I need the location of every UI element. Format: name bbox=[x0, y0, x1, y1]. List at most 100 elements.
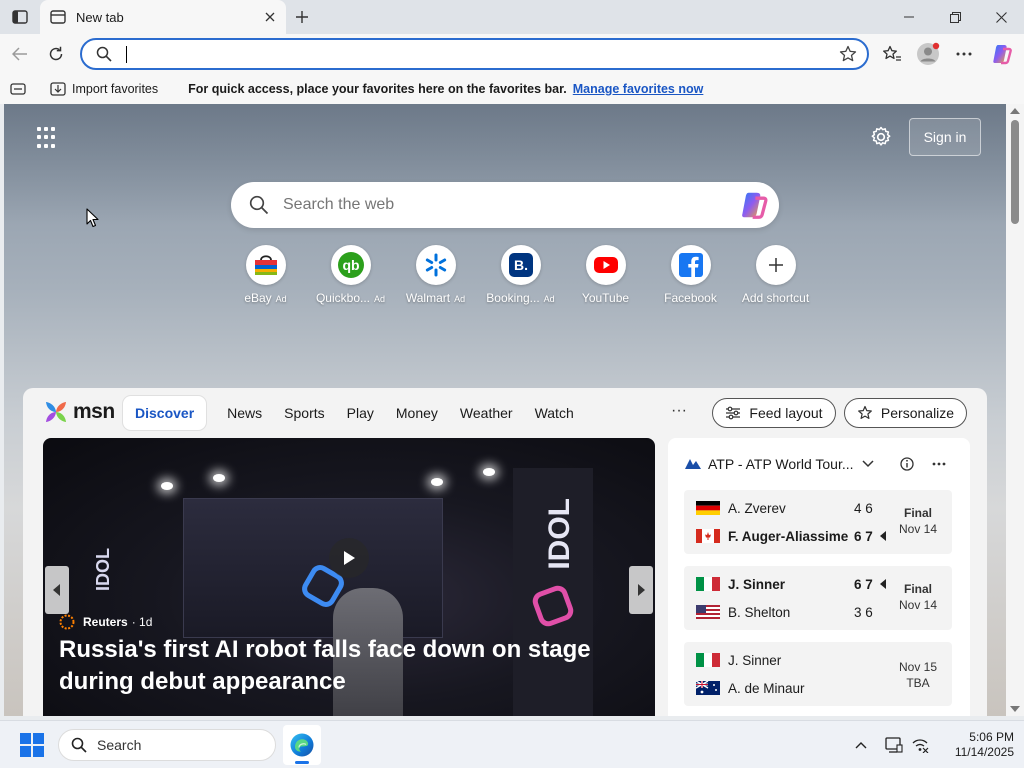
address-bar[interactable] bbox=[80, 38, 869, 70]
scores-header[interactable]: ATP - ATP World Tour... bbox=[684, 454, 954, 474]
profile-button[interactable] bbox=[914, 40, 942, 68]
web-search-input[interactable] bbox=[283, 196, 739, 214]
carousel-prev-button[interactable] bbox=[45, 566, 69, 614]
taskbar-search-label: Search bbox=[97, 737, 142, 753]
walmart-icon bbox=[415, 245, 456, 285]
maximize-button[interactable] bbox=[932, 0, 978, 34]
feed-tabs: Discover News Sports Play Money Weather … bbox=[123, 396, 585, 430]
shortcut-label: Walmart bbox=[405, 291, 451, 305]
svg-text:B.: B. bbox=[514, 257, 528, 273]
story-headline[interactable]: Russia's first AI robot falls face down … bbox=[59, 634, 649, 698]
show-hidden-icons-icon[interactable] bbox=[851, 735, 871, 755]
refresh-button[interactable] bbox=[42, 40, 70, 68]
scroll-down-icon[interactable] bbox=[1010, 706, 1020, 712]
hero-brand-text: IDOL bbox=[93, 548, 113, 591]
page-settings-icon[interactable] bbox=[868, 124, 894, 150]
tab-play[interactable]: Play bbox=[336, 396, 385, 430]
match-card[interactable]: J. Sinner 6 7 B. Shelton 3 6 Final Nov 1… bbox=[684, 566, 952, 630]
sports-scores-card: ATP - ATP World Tour... A. Zverev 4 6 F.… bbox=[668, 438, 970, 716]
ebay-bag-icon bbox=[245, 245, 286, 285]
match-player-row: B. Shelton 3 6 bbox=[696, 602, 873, 622]
player-name: B. Shelton bbox=[728, 604, 791, 620]
copilot-icon[interactable] bbox=[739, 190, 769, 220]
shortcut-walmart[interactable]: Walmart Ad bbox=[393, 245, 478, 305]
personalize-button[interactable]: Personalize bbox=[844, 398, 967, 428]
copilot-button[interactable] bbox=[988, 40, 1016, 68]
clock-time: 5:06 PM bbox=[969, 730, 1014, 744]
page-scrollbar[interactable] bbox=[1006, 104, 1024, 716]
app-launcher-icon[interactable] bbox=[37, 127, 59, 149]
web-search-box[interactable] bbox=[231, 182, 779, 228]
sign-in-button[interactable]: Sign in bbox=[909, 118, 981, 156]
player-name: J. Sinner bbox=[728, 652, 782, 668]
match-card[interactable]: J. Sinner A. de Minaur Nov 15 TBA bbox=[684, 642, 952, 706]
back-button[interactable] bbox=[6, 40, 34, 68]
taskbar-clock[interactable]: 5:06 PM 11/14/2025 bbox=[944, 730, 1014, 760]
shortcut-add[interactable]: Add shortcut bbox=[733, 245, 818, 305]
match-status: Nov 15 TBA bbox=[890, 658, 946, 690]
msn-logo[interactable]: msn bbox=[43, 396, 115, 428]
tab-news[interactable]: News bbox=[216, 396, 273, 430]
feed-more-button[interactable]: ··· bbox=[671, 402, 687, 420]
tab-sports[interactable]: Sports bbox=[273, 396, 335, 430]
new-tab-page-icon bbox=[50, 10, 66, 24]
stage-light bbox=[431, 478, 443, 486]
hero-brand-text: IDOL bbox=[543, 498, 576, 570]
import-icon bbox=[50, 82, 66, 96]
story-source: Reuters · 1d bbox=[59, 614, 152, 630]
new-tab-button[interactable] bbox=[290, 5, 314, 29]
mouse-pointer-icon bbox=[86, 208, 99, 228]
tab-discover[interactable]: Discover bbox=[123, 396, 207, 430]
browser-tab[interactable]: New tab bbox=[40, 0, 286, 34]
tab-money[interactable]: Money bbox=[385, 396, 449, 430]
scroll-up-icon[interactable] bbox=[1010, 108, 1020, 114]
carousel-next-button[interactable] bbox=[629, 566, 653, 614]
tab-title: New tab bbox=[76, 9, 124, 25]
shortcut-label: Booking... bbox=[486, 291, 540, 305]
close-window-button[interactable] bbox=[978, 0, 1024, 34]
address-input[interactable] bbox=[137, 46, 839, 62]
windows-start-icon[interactable] bbox=[20, 733, 44, 757]
minimize-button[interactable] bbox=[886, 0, 932, 34]
chevron-down-icon[interactable] bbox=[861, 460, 874, 468]
match-card[interactable]: A. Zverev 4 6 F. Auger-Aliassime 6 7 Fin… bbox=[684, 490, 952, 554]
player-name: F. Auger-Aliassime bbox=[728, 528, 849, 544]
player-name: A. Zverev bbox=[728, 500, 786, 516]
shortcut-quickbooks[interactable]: qb Quickbo... Ad bbox=[308, 245, 393, 305]
import-favorites-label: Import favorites bbox=[72, 82, 159, 96]
shortcut-label: YouTube bbox=[581, 291, 630, 305]
hero-story-card[interactable]: IDOL IDOL Reuters · 1d Russia's first AI… bbox=[43, 438, 655, 716]
play-video-icon[interactable] bbox=[329, 538, 369, 578]
settings-more-button[interactable] bbox=[950, 40, 978, 68]
stage-light bbox=[161, 482, 173, 490]
sparkle-star-icon bbox=[858, 405, 872, 419]
scrollbar-thumb[interactable] bbox=[1011, 120, 1019, 224]
more-dots-icon[interactable] bbox=[932, 462, 946, 466]
display-tray-icon[interactable] bbox=[884, 735, 904, 755]
import-favorites-button[interactable]: Import favorites bbox=[50, 82, 158, 96]
tab-weather[interactable]: Weather bbox=[449, 396, 524, 430]
shortcut-ebay[interactable]: eBay Ad bbox=[223, 245, 308, 305]
favorites-button[interactable] bbox=[878, 40, 906, 68]
reuters-logo-icon bbox=[59, 614, 75, 630]
match-player-row: J. Sinner 6 7 bbox=[696, 574, 873, 594]
shortcut-youtube[interactable]: YouTube bbox=[563, 245, 648, 305]
match-date: Nov 14 bbox=[898, 598, 938, 612]
shortcut-facebook[interactable]: Facebook bbox=[648, 245, 733, 305]
collapse-bar-icon[interactable] bbox=[10, 83, 26, 95]
manage-favorites-link[interactable]: Manage favorites now bbox=[573, 82, 704, 96]
taskbar-search[interactable]: Search bbox=[58, 729, 276, 761]
germany-flag-icon bbox=[696, 501, 720, 515]
network-tray-icon[interactable] bbox=[910, 735, 930, 755]
favorite-star-icon[interactable] bbox=[839, 45, 857, 63]
tab-watch[interactable]: Watch bbox=[524, 396, 585, 430]
info-icon[interactable] bbox=[900, 457, 914, 471]
feed-layout-button[interactable]: Feed layout bbox=[712, 398, 836, 428]
shortcut-booking[interactable]: B. Booking... Ad bbox=[478, 245, 563, 305]
player-name: A. de Minaur bbox=[728, 680, 805, 696]
italy-flag-icon bbox=[696, 653, 720, 667]
shortcut-label: eBay bbox=[244, 291, 272, 305]
tab-actions-icon[interactable] bbox=[8, 6, 32, 28]
edge-taskbar-icon[interactable] bbox=[283, 725, 321, 765]
close-tab-icon[interactable] bbox=[262, 9, 278, 25]
